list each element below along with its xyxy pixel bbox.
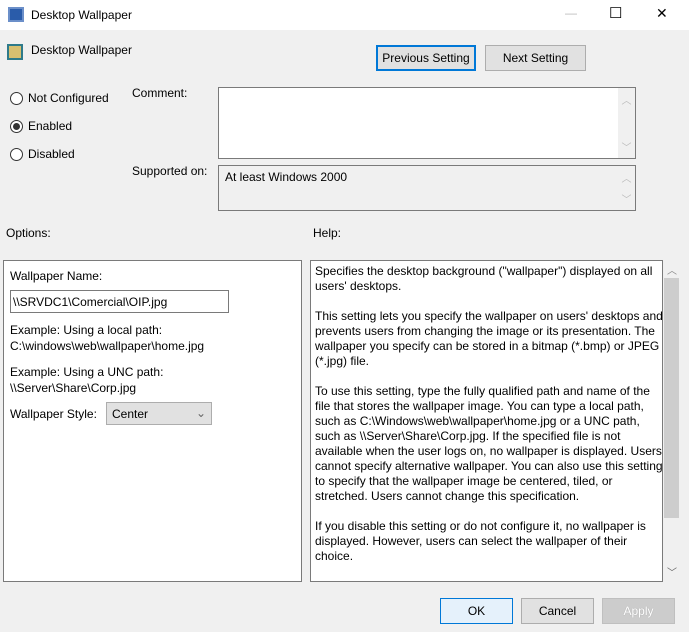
scroll-down-icon: ﹀ bbox=[621, 143, 632, 154]
app-icon bbox=[8, 7, 24, 22]
title-bar: Desktop Wallpaper — ☐ ✕ bbox=[0, 0, 689, 30]
radio-circle bbox=[10, 147, 23, 161]
help-paragraph: Also, see the "Allow changing wallpaper"… bbox=[315, 579, 658, 581]
scroll-up-icon: ︿ bbox=[621, 96, 632, 107]
help-line: file that stores the wallpaper image. Yo… bbox=[315, 399, 644, 413]
wallpaper-name-input[interactable]: \\SRVDC1\Comercial\OIP.jpg bbox=[10, 290, 229, 313]
radio-not-configured[interactable]: Not Configured bbox=[10, 91, 109, 105]
radio-disabled[interactable]: Disabled bbox=[10, 147, 75, 161]
help-line: To use this setting, type the fully qual… bbox=[315, 384, 650, 398]
help-line: choice. bbox=[315, 549, 354, 563]
radio-circle bbox=[10, 91, 23, 105]
help-line: wallpaper you specify can be stored in a… bbox=[315, 339, 660, 353]
help-line: stretched. Users cannot change this spec… bbox=[315, 489, 580, 503]
help-label: Help: bbox=[313, 226, 342, 240]
help-line: such as C:\Windows\web\wallpaper\home.jp… bbox=[315, 414, 640, 428]
previous-setting-button[interactable]: Previous Setting bbox=[376, 45, 476, 71]
example-local-label: Example: Using a local path: bbox=[10, 323, 163, 337]
help-line: available when the user logs on, no wall… bbox=[315, 444, 662, 458]
scrollbar-thumb[interactable] bbox=[664, 278, 679, 518]
options-label: Options: bbox=[6, 226, 51, 240]
apply-button[interactable]: Apply bbox=[602, 598, 675, 624]
help-line: prevents users from changing the image o… bbox=[315, 324, 655, 338]
close-button[interactable]: ✕ bbox=[656, 5, 668, 22]
example-local-path: C:\windows\web\wallpaper\home.jpg bbox=[10, 339, 205, 353]
supported-on-field: At least Windows 2000 ︿ ﹀ bbox=[218, 165, 636, 211]
ok-button[interactable]: OK bbox=[440, 598, 513, 624]
help-line: Also, see the "Allow changing wallpaper"… bbox=[315, 579, 658, 581]
window-title: Desktop Wallpaper bbox=[31, 8, 132, 22]
help-scrollbar[interactable]: ︿ ﹀ bbox=[663, 260, 680, 582]
wallpaper-style-dropdown[interactable]: Center ⌄ bbox=[106, 402, 212, 425]
comment-scrollbar[interactable]: ︿ ﹀ bbox=[618, 88, 635, 158]
comment-label: Comment: bbox=[132, 86, 188, 100]
comment-textarea[interactable]: ︿ ﹀ bbox=[218, 87, 636, 159]
help-paragraph: To use this setting, type the fully qual… bbox=[315, 384, 663, 504]
radio-circle bbox=[10, 119, 23, 133]
policy-name: Desktop Wallpaper bbox=[31, 43, 132, 57]
scroll-down-icon: ﹀ bbox=[621, 195, 632, 206]
scroll-down-icon[interactable]: ﹀ bbox=[667, 564, 677, 579]
next-setting-button[interactable]: Next Setting bbox=[485, 45, 586, 71]
options-panel: Wallpaper Name: \\SRVDC1\Comercial\OIP.j… bbox=[3, 260, 302, 582]
help-line: Specifies the desktop background ("wallp… bbox=[315, 264, 653, 278]
help-line: users' desktops. bbox=[315, 279, 402, 293]
help-line: If you disable this setting or do not co… bbox=[315, 519, 646, 533]
help-line: to specify that the wallpaper image be c… bbox=[315, 474, 613, 488]
help-line: cannot specify alternative wallpaper. Yo… bbox=[315, 459, 663, 473]
chevron-down-icon: ⌄ bbox=[195, 406, 206, 420]
help-paragraph: This setting lets you specify the wallpa… bbox=[315, 309, 663, 369]
wallpaper-name-label: Wallpaper Name: bbox=[10, 269, 103, 283]
cancel-button[interactable]: Cancel bbox=[521, 598, 594, 624]
policy-icon bbox=[7, 44, 23, 60]
maximize-button[interactable]: ☐ bbox=[609, 4, 622, 22]
scroll-up-icon: ︿ bbox=[621, 174, 632, 185]
help-line: such as \\Server\Share\Corp.jpg. If the … bbox=[315, 429, 621, 443]
supported-scrollbar[interactable]: ︿ ﹀ bbox=[618, 166, 635, 210]
help-text: Specifies the desktop background ("wallp… bbox=[315, 264, 663, 581]
help-line: displayed. However, users can select the… bbox=[315, 534, 628, 548]
scroll-up-icon[interactable]: ︿ bbox=[667, 262, 677, 277]
minimize-button[interactable]: — bbox=[565, 6, 577, 20]
supported-label: Supported on: bbox=[132, 164, 208, 178]
help-paragraph: Specifies the desktop background ("wallp… bbox=[315, 264, 658, 294]
radio-enabled[interactable]: Enabled bbox=[10, 119, 72, 133]
help-line: This setting lets you specify the wallpa… bbox=[315, 309, 663, 323]
wallpaper-style-label: Wallpaper Style: bbox=[10, 407, 97, 421]
example-unc-label: Example: Using a UNC path: bbox=[10, 365, 164, 379]
help-line: (*.jpg) file. bbox=[315, 354, 370, 368]
example-unc-path: \\Server\Share\Corp.jpg bbox=[10, 381, 137, 395]
help-paragraph: If you disable this setting or do not co… bbox=[315, 519, 658, 564]
help-panel: Specifies the desktop background ("wallp… bbox=[310, 260, 663, 582]
